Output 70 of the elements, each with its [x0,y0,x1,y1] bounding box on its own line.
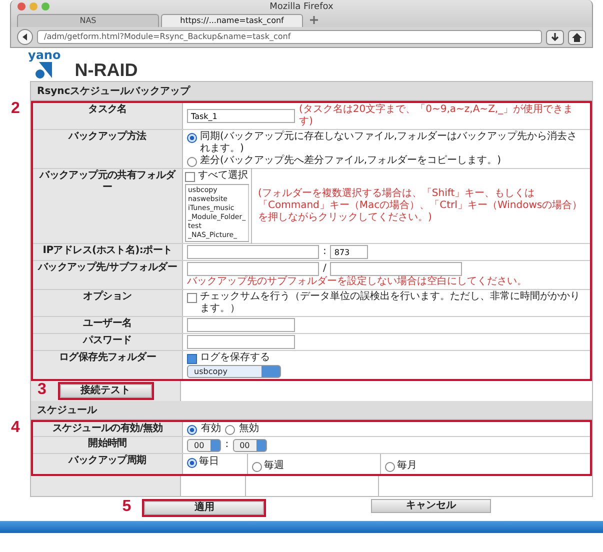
radio-button[interactable] [385,462,395,472]
callout-number: 2 [11,101,20,117]
text-field[interactable] [330,262,462,276]
option-label: 毎週 [264,460,284,472]
text-field[interactable] [187,245,319,259]
option-label: チェックサムを行う（データ単位の誤検出を行います。ただし、非常に時間がかかります。） [200,291,581,315]
radio-button[interactable] [225,425,235,435]
option-label: ログを保存する [200,352,270,364]
download-icon[interactable] [546,30,564,44]
hint-text: (タスク名は20文字まで、「0~9,a~z,A~Z,_」が使用できます) [299,104,574,128]
brand-logo: yano [28,49,61,61]
section-title: スケジュール [31,401,592,420]
label-cell: IPアドレス(ホスト名):ポート [33,244,183,260]
text-field[interactable]: Task_1 [187,109,295,123]
apply-button[interactable]: 適用 [144,501,264,515]
new-tab-icon[interactable] [309,15,319,25]
separator-text: : [323,246,326,258]
label-cell: バックアップ方法 [33,130,183,168]
label-cell: バックアップ元の共有フォルダー [33,169,183,243]
separator-text: : [225,439,229,451]
option-label: 無効 [239,423,259,435]
label-cell: オプション [33,290,183,316]
text-field[interactable]: 873 [330,245,368,259]
text-field[interactable] [187,262,319,276]
connection-test-button[interactable]: 接続テスト [60,384,152,398]
checkbox[interactable] [187,293,197,303]
radio-button[interactable] [187,157,197,167]
radio-button[interactable] [187,425,197,435]
option-label: 毎日 [199,456,219,468]
option-label: すべて選択 [198,170,248,182]
scrollbar[interactable] [248,185,249,241]
checkbox[interactable] [187,354,197,364]
folder-dropdown[interactable]: usbcopy [187,365,281,378]
browser-tab[interactable]: https://...name=task_conf [161,14,303,27]
label-cell: パスワード [33,334,183,350]
label-cell: バックアップ先/サブフォルダー [33,261,183,289]
product-logo: N-RAID [74,61,138,79]
logo-icon [35,61,54,79]
callout-number: 4 [11,420,20,436]
text-field[interactable] [187,335,295,349]
text-field[interactable] [187,318,295,332]
label-cell: ログ保存先フォルダー [33,351,183,379]
label-cell: スケジュールの有効/無効 [33,422,183,436]
address-bar[interactable]: /adm/getform.html?Module=Rsync_Backup&name=task_conf [37,30,542,44]
option-label: 同期(バックアップ元に存在しないファイル,フォルダーはバックアップ先から消去されます。) [200,131,578,154]
home-icon[interactable] [568,30,586,44]
callout-number: 3 [38,382,46,398]
callout-number: 5 [122,499,132,515]
label-cell: タスク名 [33,103,183,129]
label-cell: ユーザー名 [33,317,183,333]
cancel-button[interactable]: キャンセル [370,499,491,513]
radio-button[interactable] [252,462,262,472]
radio-button[interactable] [187,133,197,143]
label-cell: バックアップ周期 [33,454,183,474]
label-cell: 開始時間 [33,437,183,453]
minute-dropdown[interactable]: 00 [232,439,267,452]
section-title: Rsyncスケジュールバックアップ [31,82,592,101]
hour-dropdown[interactable]: 00 [187,439,222,452]
separator-text: / [323,263,326,275]
hint-text: バックアップ先のサブフォルダーを設定しない場合は空白にしてください。 [187,276,528,288]
option-label: 有効 [201,423,221,435]
option-label: 差分(バックアップ先へ差分ファイル,フォルダーをコピーします。) [200,155,501,167]
checkbox[interactable] [185,172,195,182]
radio-button[interactable] [187,458,197,468]
window-controls-icon[interactable] [17,2,51,11]
browser-tab[interactable]: NAS [17,14,159,27]
back-icon[interactable] [17,29,33,45]
window-title: Mozilla Firefox [270,2,334,12]
hint-text: (フォルダーを複数選択する場合は、「Shift」キー、もしくは「Command」キー（Macの場合）、「Ctrl」キー（Windowsの場合）を押しながらクリックしてください。) [258,188,584,224]
option-label: 毎月 [397,460,417,472]
